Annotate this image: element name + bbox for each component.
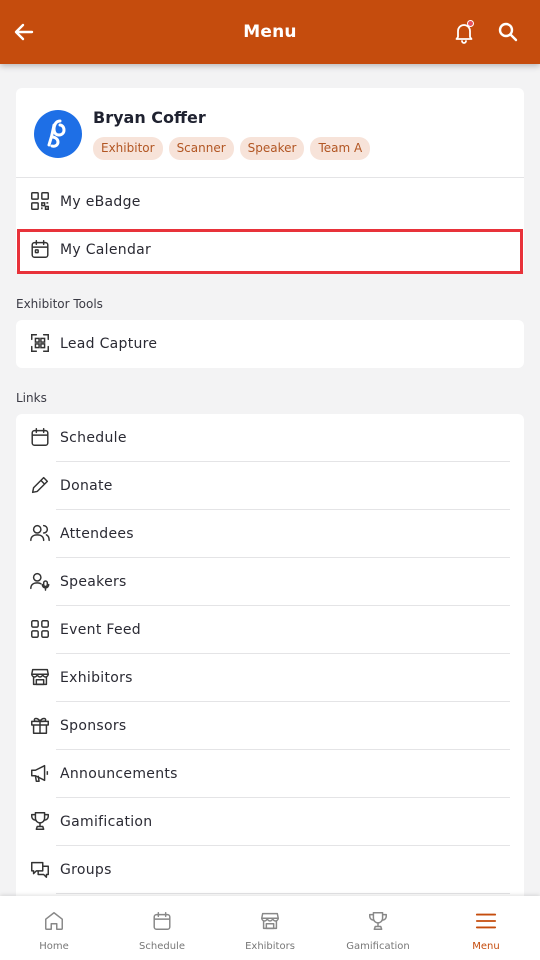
menu-item-label: Speakers <box>60 574 127 590</box>
menu-item-label: Donate <box>60 478 113 494</box>
gift-icon <box>29 714 51 736</box>
bottom-navigation: Home Schedule Exhibitors Gamification Me… <box>0 896 540 960</box>
nav-label: Home <box>39 941 69 952</box>
menu-item-lead-capture[interactable]: Lead Capture <box>16 320 524 368</box>
menu-item-label: Groups <box>60 862 112 878</box>
menu-item-speakers[interactable]: Speakers <box>16 558 524 606</box>
menu-item-schedule[interactable]: Schedule <box>16 414 524 462</box>
scan-icon <box>29 332 51 354</box>
speaker-icon <box>29 570 51 592</box>
user-name: Bryan Coffer <box>93 108 206 127</box>
role-tag: Scanner <box>168 137 234 160</box>
nav-menu[interactable]: Menu <box>432 896 540 960</box>
users-icon <box>29 522 51 544</box>
menu-item-donate[interactable]: Donate <box>16 462 524 510</box>
exhibitor-tools-card: Lead Capture <box>16 320 524 368</box>
menu-item-attendees[interactable]: Attendees <box>16 510 524 558</box>
qr-code-icon <box>29 190 51 212</box>
menu-item-gamification[interactable]: Gamification <box>16 798 524 846</box>
role-tag: Speaker <box>239 137 305 160</box>
menu-item-label: Sponsors <box>60 718 127 734</box>
home-icon <box>43 910 65 932</box>
bell-icon[interactable] <box>452 20 476 44</box>
booth-icon <box>259 910 281 932</box>
nav-schedule[interactable]: Schedule <box>108 896 216 960</box>
menu-item-sponsors[interactable]: Sponsors <box>16 702 524 750</box>
megaphone-icon <box>29 762 51 784</box>
menu-item-label: Announcements <box>60 766 178 782</box>
profile-card: Bryan Coffer Exhibitor Scanner Speaker T… <box>16 88 524 274</box>
menu-item-event-feed[interactable]: Event Feed <box>16 606 524 654</box>
role-tag: Team A <box>310 137 371 160</box>
nav-home[interactable]: Home <box>0 896 108 960</box>
menu-item-label: Schedule <box>60 430 127 446</box>
menu-item-announcements[interactable]: Announcements <box>16 750 524 798</box>
nav-label: Schedule <box>139 941 185 952</box>
selection-highlight <box>17 229 523 274</box>
divider <box>56 893 510 894</box>
trophy-icon <box>367 910 389 932</box>
nav-label: Gamification <box>346 941 410 952</box>
chat-icon <box>29 858 51 880</box>
search-icon[interactable] <box>496 20 520 44</box>
nav-exhibitors[interactable]: Exhibitors <box>216 896 324 960</box>
calendar-icon <box>151 910 173 932</box>
trophy-icon <box>29 810 51 832</box>
menu-item-label: Exhibitors <box>60 670 133 686</box>
menu-item-label: Attendees <box>60 526 134 542</box>
grid-icon <box>29 618 51 640</box>
calendar-icon <box>29 426 51 448</box>
page-title: Menu <box>243 22 297 42</box>
section-heading-links: Links <box>16 391 47 405</box>
nav-gamification[interactable]: Gamification <box>324 896 432 960</box>
menu-item-groups[interactable]: Groups <box>16 846 524 894</box>
menu-item-label: Gamification <box>60 814 153 830</box>
logo-icon <box>47 119 66 148</box>
menu-item-label: My eBadge <box>60 194 141 210</box>
nav-label: Exhibitors <box>245 941 295 952</box>
section-heading-exhibitor-tools: Exhibitor Tools <box>16 297 103 311</box>
links-card: Schedule Donate Attendees Speakers Event… <box>16 414 524 934</box>
notification-dot <box>467 20 474 27</box>
top-app-bar: Menu <box>0 0 540 64</box>
nav-label: Menu <box>472 941 500 952</box>
hamburger-icon <box>475 910 497 932</box>
avatar <box>34 110 82 158</box>
back-arrow-icon[interactable] <box>12 20 36 44</box>
menu-item-label: Event Feed <box>60 622 141 638</box>
role-tags: Exhibitor Scanner Speaker Team A <box>93 137 371 160</box>
pencil-icon <box>29 474 51 496</box>
booth-icon <box>29 666 51 688</box>
menu-item-label: Lead Capture <box>60 336 158 352</box>
menu-item-exhibitors[interactable]: Exhibitors <box>16 654 524 702</box>
role-tag: Exhibitor <box>93 137 163 160</box>
menu-item-my-ebadge[interactable]: My eBadge <box>16 178 524 226</box>
